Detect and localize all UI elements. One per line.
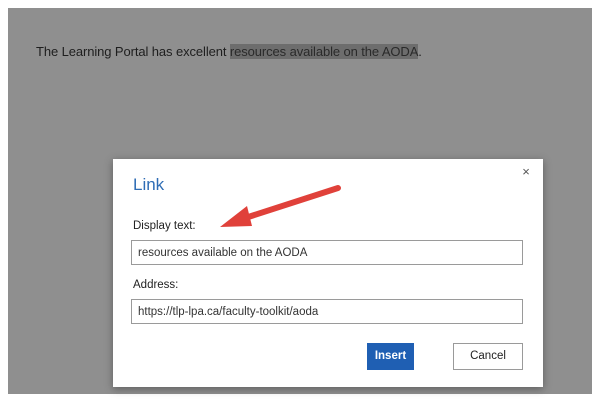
dialog-title: Link — [133, 175, 165, 194]
close-icon[interactable]: × — [519, 165, 533, 179]
paragraph-period: . — [418, 44, 422, 59]
cancel-button[interactable]: Cancel — [453, 343, 523, 370]
display-text-input[interactable] — [131, 240, 523, 265]
selected-text[interactable]: resources available on the AODA — [229, 44, 418, 59]
paragraph-text: The Learning Portal has excellent — [36, 44, 230, 59]
display-text-label: Display text: — [133, 220, 196, 232]
document-paragraph: The Learning Portal has excellent resour… — [36, 44, 422, 59]
address-input[interactable] — [131, 299, 523, 324]
page-frame: The Learning Portal has excellent resour… — [0, 0, 598, 400]
insert-button[interactable]: Insert — [367, 343, 414, 370]
link-dialog: Link × Display text: Address: Insert Can… — [113, 159, 543, 387]
address-label: Address: — [133, 279, 179, 291]
